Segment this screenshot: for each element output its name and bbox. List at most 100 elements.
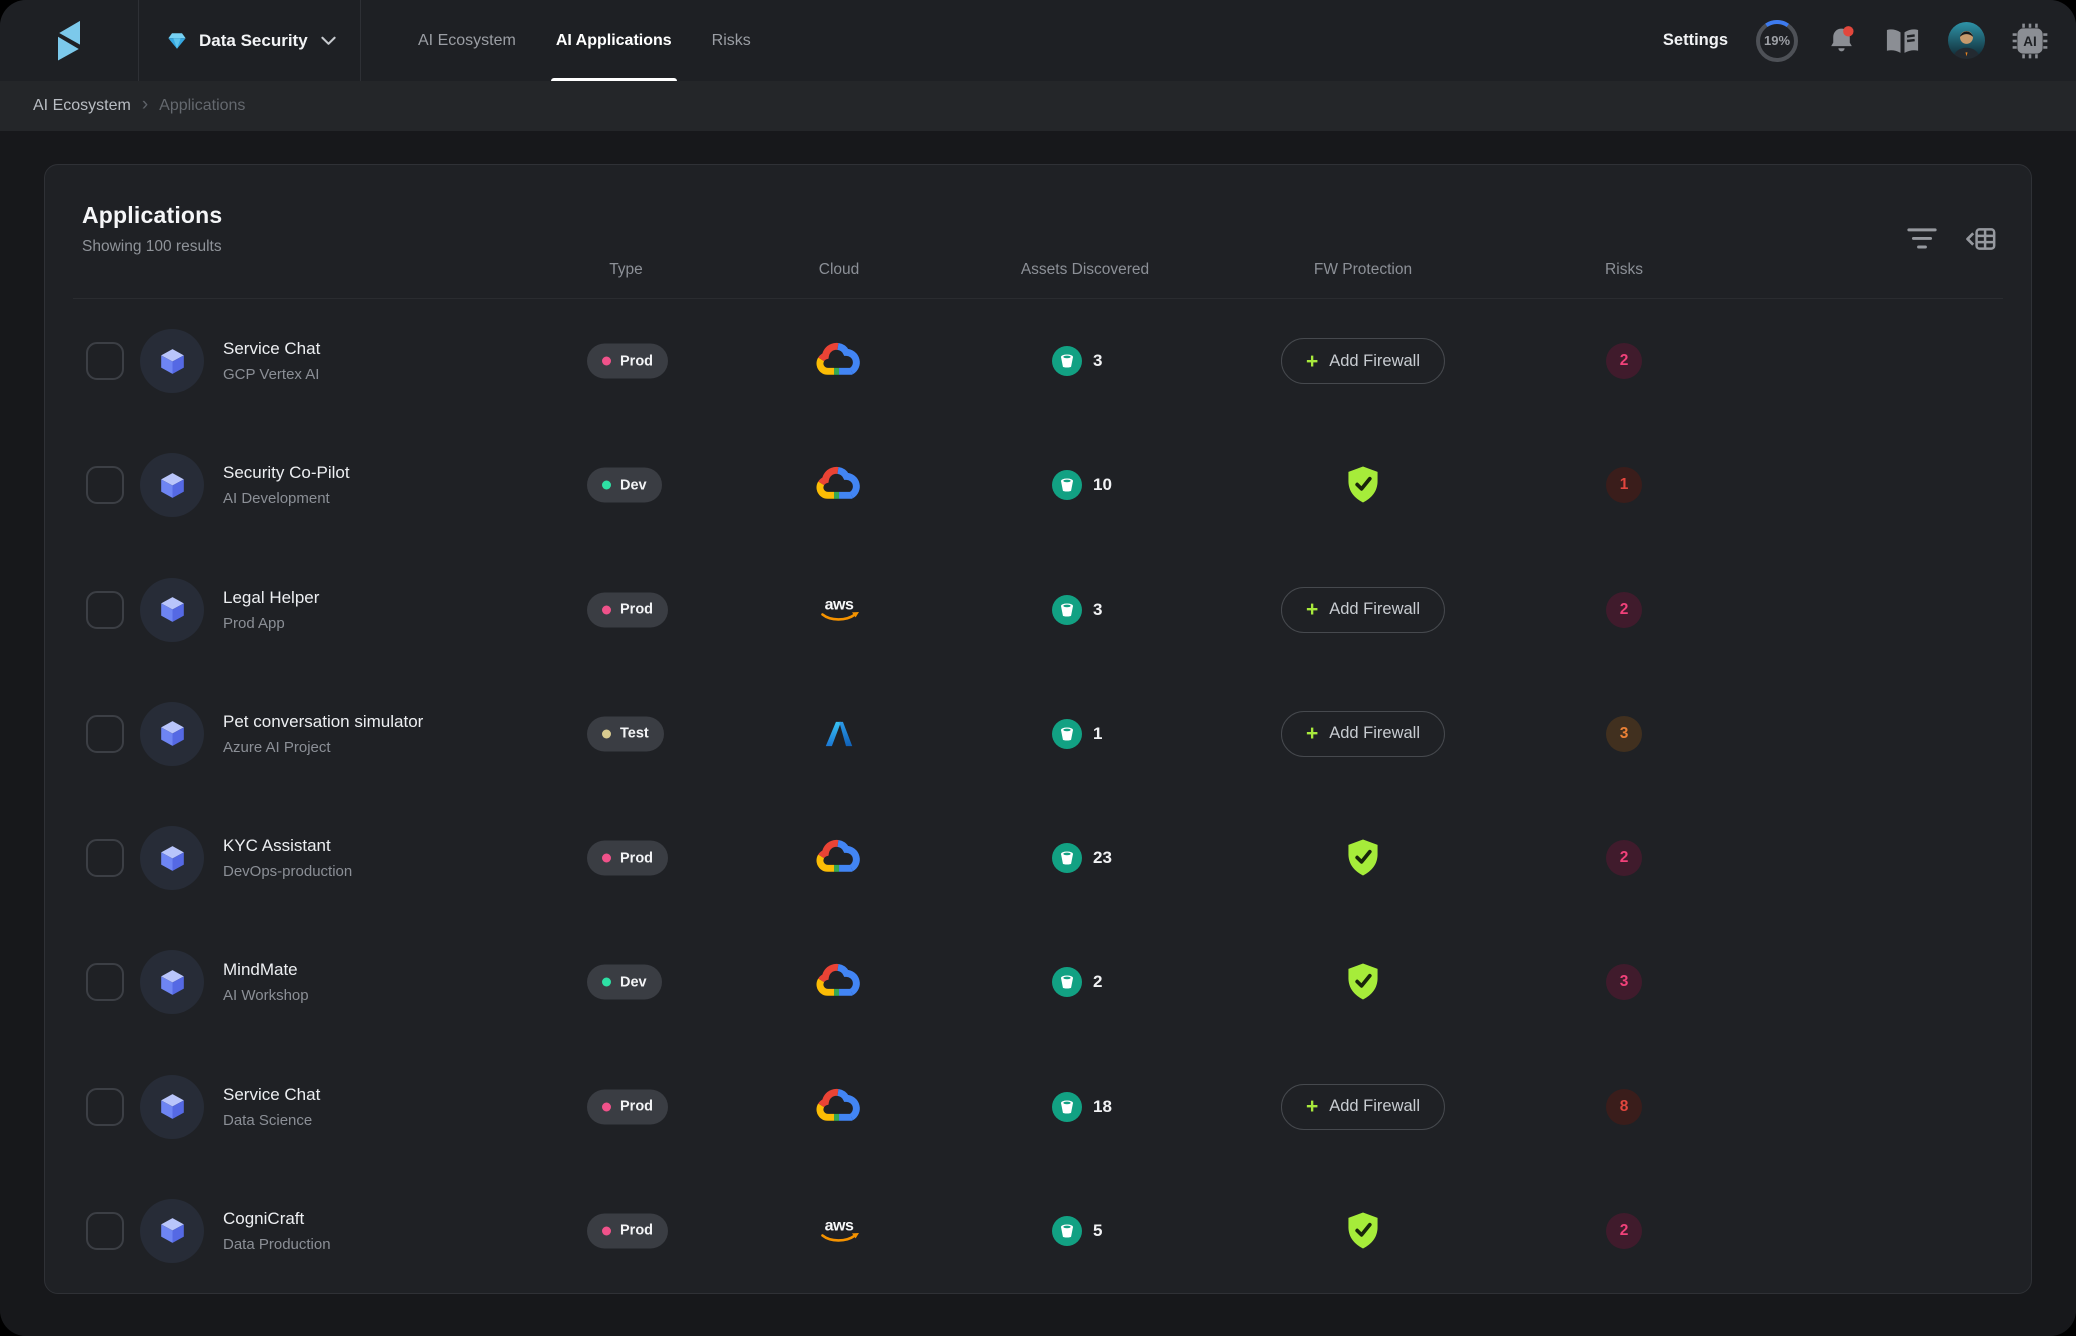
type-dot-icon: [602, 357, 611, 366]
breadcrumb-applications: Applications: [159, 97, 245, 115]
table-row[interactable]: KYC Assistant DevOps-production Prod: [45, 796, 2031, 920]
row-checkbox[interactable]: [86, 1212, 124, 1250]
risk-badge[interactable]: 2: [1606, 1213, 1642, 1249]
protected-shield-icon: [1347, 1211, 1380, 1250]
type-label: Prod: [620, 1223, 653, 1239]
column-type: Type: [609, 261, 643, 279]
add-firewall-button[interactable]: + Add Firewall: [1281, 338, 1445, 384]
table-row[interactable]: Security Co-Pilot AI Development Dev: [45, 423, 2031, 547]
plus-icon: +: [1306, 723, 1318, 744]
risk-badge[interactable]: 8: [1606, 1089, 1642, 1125]
tab-ai-ecosystem[interactable]: AI Ecosystem: [416, 0, 518, 81]
table-body: Service Chat GCP Vertex AI Prod: [45, 299, 2031, 1293]
tab-risks[interactable]: Risks: [710, 0, 753, 81]
app-name: Pet conversation simulator: [223, 712, 423, 732]
assets-count: 10: [1093, 475, 1112, 495]
type-label: Prod: [620, 353, 653, 369]
type-dot-icon: [602, 1102, 611, 1111]
gcp-cloud-icon: [816, 1088, 862, 1125]
add-firewall-button[interactable]: + Add Firewall: [1281, 1084, 1445, 1130]
product-switcher[interactable]: Data Security: [139, 0, 360, 81]
assets-bucket-icon: [1052, 719, 1082, 749]
app-subtitle: Data Science: [223, 1112, 320, 1129]
breadcrumb: AI Ecosystem › Applications: [0, 81, 2076, 131]
app-icon: [140, 950, 204, 1014]
ai-chip-icon: AI: [2012, 23, 2048, 59]
cube-icon: [156, 1089, 189, 1124]
app-icon: [140, 329, 204, 393]
column-cloud: Cloud: [819, 261, 860, 279]
navbar-right: Settings 19%: [1663, 0, 2076, 81]
assets-count: 23: [1093, 848, 1112, 868]
assets-bucket-icon: [1052, 346, 1082, 376]
type-dot-icon: [602, 1226, 611, 1235]
brand-logo-icon: [50, 19, 88, 63]
row-checkbox[interactable]: [86, 466, 124, 504]
product-label: Data Security: [199, 31, 308, 51]
cube-icon: [156, 344, 189, 379]
assets-count: 18: [1093, 1097, 1112, 1117]
risk-badge[interactable]: 3: [1606, 964, 1642, 1000]
divider: [360, 0, 361, 81]
table-row[interactable]: Service Chat GCP Vertex AI Prod: [45, 299, 2031, 423]
row-checkbox[interactable]: [86, 839, 124, 877]
add-firewall-label: Add Firewall: [1329, 352, 1420, 371]
chevron-down-icon: [321, 36, 336, 46]
gcp-cloud-icon: [816, 343, 862, 380]
table-row[interactable]: CogniCraft Data Production Prod aws: [45, 1169, 2031, 1293]
plus-icon: +: [1306, 1096, 1318, 1117]
breadcrumb-ai-ecosystem[interactable]: AI Ecosystem: [33, 97, 131, 115]
risk-badge[interactable]: 2: [1606, 343, 1642, 379]
risk-badge[interactable]: 3: [1606, 716, 1642, 752]
type-label: Test: [620, 726, 649, 742]
columns-toggle-button[interactable]: [1963, 225, 1997, 253]
assets-bucket-icon: [1052, 1216, 1082, 1246]
app-icon: [140, 702, 204, 766]
app-name: Service Chat: [223, 339, 320, 359]
row-checkbox[interactable]: [86, 1088, 124, 1126]
table-columns-icon: [1963, 225, 1997, 253]
app-subtitle: Prod App: [223, 615, 319, 632]
aws-cloud-icon: aws: [816, 595, 862, 625]
azure-cloud-icon: [824, 720, 855, 748]
tab-ai-applications[interactable]: AI Applications: [554, 0, 674, 81]
assets-bucket-icon: [1052, 843, 1082, 873]
plus-icon: +: [1306, 599, 1318, 620]
table-row[interactable]: Pet conversation simulator Azure AI Proj…: [45, 672, 2031, 796]
type-badge: Prod: [587, 841, 668, 876]
breadcrumb-separator: ›: [142, 95, 148, 117]
app-name: CogniCraft: [223, 1209, 331, 1229]
type-label: Prod: [620, 1099, 653, 1115]
row-checkbox[interactable]: [86, 963, 124, 1001]
table-row[interactable]: Legal Helper Prod App Prod aws: [45, 548, 2031, 672]
app-icon: [140, 578, 204, 642]
cube-icon: [156, 965, 189, 1000]
gcp-cloud-icon: [816, 840, 862, 877]
table-row[interactable]: MindMate AI Workshop Dev: [45, 920, 2031, 1044]
row-checkbox[interactable]: [86, 715, 124, 753]
notifications-bell[interactable]: [1826, 25, 1857, 56]
risk-badge[interactable]: 1: [1606, 467, 1642, 503]
risk-badge[interactable]: 2: [1606, 840, 1642, 876]
docs-book[interactable]: [1884, 24, 1921, 58]
assets-count: 2: [1093, 972, 1102, 992]
filter-button[interactable]: [1907, 227, 1937, 251]
add-firewall-button[interactable]: + Add Firewall: [1281, 711, 1445, 757]
add-firewall-button[interactable]: + Add Firewall: [1281, 587, 1445, 633]
ai-assistant-button[interactable]: AI: [2012, 23, 2048, 59]
risk-badge[interactable]: 2: [1606, 592, 1642, 628]
app-subtitle: GCP Vertex AI: [223, 366, 320, 383]
settings-link[interactable]: Settings: [1663, 31, 1728, 50]
app-subtitle: Azure AI Project: [223, 739, 423, 756]
assets-bucket-icon: [1052, 967, 1082, 997]
row-checkbox[interactable]: [86, 342, 124, 380]
cube-icon: [156, 841, 189, 876]
page-title: Applications: [82, 202, 2031, 229]
top-navbar: Data Security AI Ecosystem AI Applicatio…: [0, 0, 2076, 81]
add-firewall-label: Add Firewall: [1329, 724, 1420, 743]
user-avatar[interactable]: [1948, 22, 1985, 59]
brand-logo[interactable]: [0, 0, 138, 81]
table-row[interactable]: Service Chat Data Science Prod: [45, 1045, 2031, 1169]
row-checkbox[interactable]: [86, 591, 124, 629]
usage-ring[interactable]: 19%: [1755, 19, 1799, 63]
